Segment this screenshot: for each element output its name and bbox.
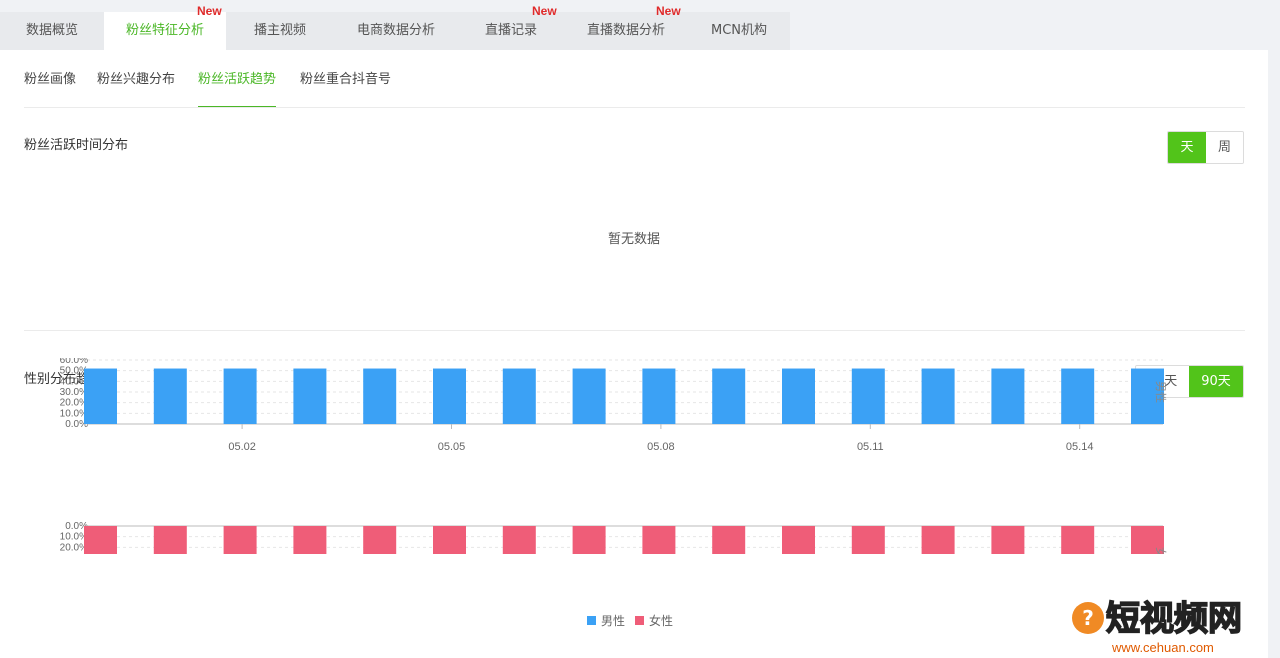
tab-label: 粉丝特征分析 — [125, 23, 204, 38]
bar-female-05.04 — [363, 526, 397, 554]
new-badge: New — [532, 4, 557, 18]
bar-female-05.09 — [712, 526, 746, 554]
bar-male-05.13 — [991, 368, 1025, 424]
subtab-fan-overlap[interactable]: 粉丝重合抖音号 — [300, 68, 391, 106]
bar-female-04.30 — [84, 526, 117, 554]
tab-mcn[interactable]: MCN机构 — [688, 12, 790, 50]
gender-trend-chart: 60.0%60.0%50.0%50.0%40.0%40.0%30.0%30.0%… — [60, 358, 1168, 554]
bar-female-05.01 — [153, 526, 187, 554]
subtab-fan-activity[interactable]: 粉丝活跃趋势 — [198, 68, 277, 108]
tab-ecommerce-analysis[interactable]: 电商数据分析 — [334, 12, 458, 50]
bar-male-05.03 — [293, 368, 327, 424]
bar-female-05.11 — [851, 526, 885, 554]
tab-data-overview[interactable]: 数据概览 — [0, 12, 104, 50]
bar-female-05.08 — [642, 526, 676, 554]
bar-female-05.12 — [921, 526, 955, 554]
series-label-female: 女性 — [1154, 547, 1168, 554]
bar-male-04.30 — [84, 368, 117, 424]
y-tick-label: 30.0% — [60, 387, 88, 398]
bar-male-05.06 — [502, 368, 536, 424]
site-watermark: ? 短视频网 www.cehuan.com — [1072, 598, 1243, 655]
x-tick-label: 05.08 — [647, 441, 675, 453]
bar-male-05.04 — [363, 368, 397, 424]
bar-female-05.13 — [991, 526, 1025, 554]
bar-male-05.10 — [782, 368, 815, 424]
activity-section-title: 粉丝活跃时间分布 — [24, 138, 129, 153]
legend-item-female[interactable]: 女性 — [635, 612, 673, 629]
watermark-logo-text: 短视频网 — [1106, 599, 1242, 639]
x-tick-label: 05.14 — [1066, 441, 1094, 453]
tab-label: 电商数据分析 — [356, 23, 435, 38]
legend-label: 男性 — [601, 614, 626, 628]
legend-item-male[interactable]: 男性 — [587, 612, 625, 629]
tab-label: 数据概览 — [25, 23, 78, 38]
bar-male-05.14 — [1061, 368, 1095, 424]
day-button[interactable]: 天 — [1168, 132, 1206, 163]
bar-female-05.03 — [293, 526, 327, 554]
content-panel: 粉丝画像 粉丝兴趣分布 粉丝活跃趋势 粉丝重合抖音号 粉丝活跃时间分布 天 周 … — [0, 50, 1268, 658]
legend-swatch — [587, 616, 596, 625]
bar-male-05.05 — [433, 368, 466, 424]
bar-female-05.07 — [572, 526, 606, 554]
y-tick-label: 10.0% — [60, 532, 88, 543]
tab-label: MCN机构 — [710, 23, 768, 38]
series-label-male: 男性 — [1154, 381, 1168, 403]
week-button[interactable]: 周 — [1206, 132, 1243, 163]
bar-female-05.06 — [502, 526, 536, 554]
activity-period-toggle: 天 周 — [1167, 131, 1244, 164]
tab-label: 直播记录 — [484, 23, 537, 38]
bar-male-05.12 — [921, 368, 955, 424]
svg-text:?: ? — [1082, 606, 1094, 630]
tab-label: 播主视频 — [253, 23, 306, 38]
top-tab-bar: 数据概览 粉丝特征分析 播主视频 电商数据分析 直播记录 直播数据分析 MCN机… — [0, 4, 800, 50]
y-tick-label: 10.0% — [60, 408, 88, 419]
bar-male-05.07 — [572, 368, 606, 424]
x-tick-label: 05.05 — [438, 441, 466, 453]
y-tick-label: 40.0% — [60, 376, 88, 387]
x-tick-label: 05.02 — [228, 441, 256, 453]
bar-female-05.10 — [782, 526, 815, 554]
subtab-fan-portrait[interactable]: 粉丝画像 — [24, 68, 76, 106]
bar-female-05.05 — [433, 526, 466, 554]
bar-male-05.09 — [712, 368, 746, 424]
bar-male-05.02 — [223, 368, 257, 424]
bar-male-05.08 — [642, 368, 676, 424]
legend-swatch — [635, 616, 645, 625]
bar-male-05.11 — [851, 368, 885, 424]
bar-male-05.01 — [153, 368, 187, 424]
watermark-url: www.cehuan.com — [1111, 640, 1214, 655]
tab-label: 直播数据分析 — [586, 23, 665, 38]
divider — [24, 330, 1245, 331]
y-tick-label: 20.0% — [60, 542, 88, 553]
divider — [24, 107, 1245, 108]
bar-female-05.02 — [223, 526, 257, 554]
x-tick-label: 05.11 — [857, 441, 884, 453]
y-tick-label: 20.0% — [60, 398, 88, 409]
tab-creator-videos[interactable]: 播主视频 — [226, 12, 334, 50]
bar-female-05.14 — [1061, 526, 1095, 554]
legend-label: 女性 — [649, 614, 674, 628]
y-tick-label: 50.0% — [60, 366, 88, 377]
new-badge: New — [656, 4, 681, 18]
empty-state-text: 暂无数据 — [607, 232, 660, 247]
subtab-fan-interests[interactable]: 粉丝兴趣分布 — [97, 68, 175, 106]
chart-legend: 男性 女性 — [587, 612, 673, 629]
new-badge: New — [197, 4, 222, 18]
